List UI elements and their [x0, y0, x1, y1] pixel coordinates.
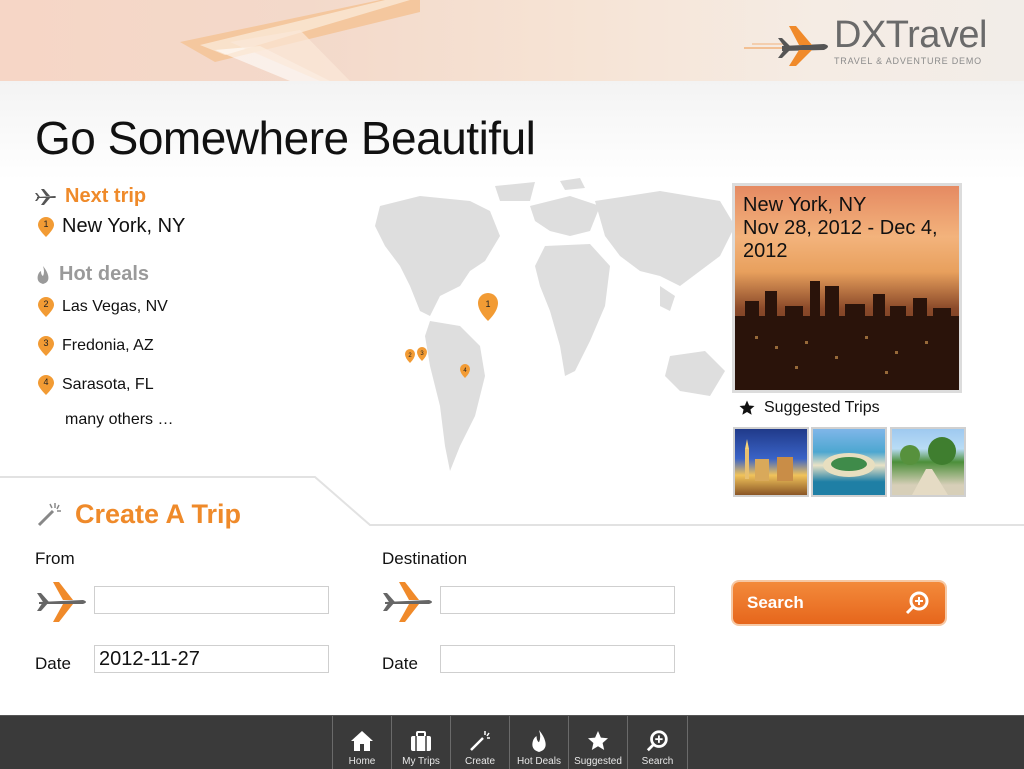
search-icon	[646, 730, 668, 752]
header-banner: DXTravel TRAVEL & ADVENTURE DEMO	[0, 0, 1024, 81]
nav-create[interactable]: Create	[450, 716, 509, 769]
pin-number: 3	[43, 338, 49, 348]
nav-hot-deals-label: Hot Deals	[517, 756, 561, 767]
from-date-label: Date	[35, 654, 71, 673]
hot-deal-label: Sarasota, FL	[62, 376, 154, 393]
create-trip-heading: Create A Trip	[35, 499, 241, 530]
nav-create-label: Create	[464, 756, 495, 767]
airplane-wing-graphic	[180, 0, 420, 81]
nav-search[interactable]: Search	[627, 716, 688, 769]
suggested-trip-thumbnail[interactable]	[890, 427, 966, 497]
nav-suggested[interactable]: Suggested	[568, 716, 627, 769]
next-trip-label: New York, NY	[62, 215, 186, 237]
nav-hot-deals[interactable]: Hot Deals	[509, 716, 568, 769]
featured-trip-title: New York, NY	[743, 194, 867, 216]
airplane-icon	[383, 582, 432, 622]
featured-trip-dates: Nov 28, 2012 - Dec 4, 2012	[743, 217, 938, 262]
hot-deals-heading-label: Hot deals	[59, 263, 150, 285]
island-thumbnail-graphic	[823, 453, 875, 477]
pin-number: 1	[43, 218, 49, 229]
map-marker-1: 1	[485, 299, 490, 309]
suggested-trips-label: Suggested Trips	[764, 399, 880, 416]
next-trip-heading: Next trip	[35, 185, 146, 208]
brand-name: DXTravel	[834, 14, 987, 56]
map-pin-icon: 3	[38, 336, 54, 356]
from-label: From	[35, 549, 75, 568]
from-input[interactable]	[94, 586, 329, 614]
hot-deal-item[interactable]: 4 Sarasota, FL	[38, 375, 154, 395]
star-icon	[739, 400, 755, 415]
airplane-icon	[37, 582, 86, 622]
map-pin-icon: 2	[38, 297, 54, 317]
nav-my-trips-label: My Trips	[402, 756, 440, 767]
destination-input[interactable]	[440, 586, 675, 614]
map-pin-icon: 1	[38, 216, 54, 237]
brand-tagline: TRAVEL & ADVENTURE DEMO	[834, 56, 982, 66]
main-content: 1 2 3 4 Go Somewhere Beautiful Next trip…	[0, 81, 1024, 715]
pin-number: 2	[43, 299, 49, 309]
flame-icon	[532, 730, 546, 752]
magic-wand-icon	[470, 731, 490, 751]
next-trip-heading-label: Next trip	[65, 185, 147, 207]
nav-home-label: Home	[348, 756, 376, 767]
brand-logo[interactable]: DXTravel TRAVEL & ADVENTURE DEMO	[734, 12, 994, 72]
pin-number: 4	[43, 377, 49, 387]
hot-deal-label: Fredonia, AZ	[62, 337, 154, 354]
nav-home[interactable]: Home	[332, 716, 391, 769]
flame-icon	[37, 265, 49, 284]
page-title: Go Somewhere Beautiful	[35, 112, 536, 164]
magic-wand-icon	[37, 502, 61, 526]
suitcase-icon	[411, 731, 431, 751]
hot-deal-item[interactable]: 2 Las Vegas, NV	[38, 297, 168, 317]
search-button[interactable]: Search	[733, 582, 945, 624]
destination-date-input[interactable]	[440, 645, 675, 673]
hot-deal-label: Las Vegas, NV	[62, 298, 168, 315]
suggested-trips-heading[interactable]: Suggested Trips	[738, 399, 880, 417]
map-pin-icon: 4	[38, 375, 54, 395]
las-vegas-thumbnail-graphic	[745, 439, 793, 481]
destination-label: Destination	[382, 549, 468, 568]
home-icon	[351, 731, 373, 751]
from-date-input[interactable]	[94, 645, 329, 673]
nav-search-label: Search	[641, 756, 674, 767]
destination-date-label: Date	[382, 654, 418, 673]
hot-deal-item[interactable]: 3 Fredonia, AZ	[38, 336, 154, 356]
featured-trip-caption: New York, NY Nov 28, 2012 - Dec 4, 2012	[743, 194, 958, 263]
trail-thumbnail-graphic	[900, 437, 956, 495]
featured-trip-photo[interactable]: New York, NY Nov 28, 2012 - Dec 4, 2012	[732, 183, 962, 393]
airplane-logo-icon	[744, 26, 828, 66]
airplane-icon	[35, 188, 56, 205]
suggested-trip-thumbnail[interactable]	[733, 427, 809, 497]
hot-deals-heading: Hot deals	[35, 263, 149, 286]
bottom-nav-bar: Home My Trips Create Hot Deals Suggested…	[0, 715, 1024, 769]
suggested-trip-thumbnail[interactable]	[811, 427, 887, 497]
more-deals-link[interactable]: many others …	[65, 411, 173, 429]
create-trip-heading-label: Create A Trip	[75, 499, 242, 529]
bottom-nav: Home My Trips Create Hot Deals Suggested…	[332, 716, 688, 769]
next-trip-item[interactable]: 1 New York, NY	[38, 215, 185, 238]
search-button-label: Search	[747, 593, 804, 612]
nav-my-trips[interactable]: My Trips	[391, 716, 450, 769]
world-map: 1 2 3 4	[375, 178, 735, 471]
search-icon	[905, 591, 929, 615]
star-icon	[588, 731, 608, 750]
nav-suggested-label: Suggested	[574, 756, 622, 767]
